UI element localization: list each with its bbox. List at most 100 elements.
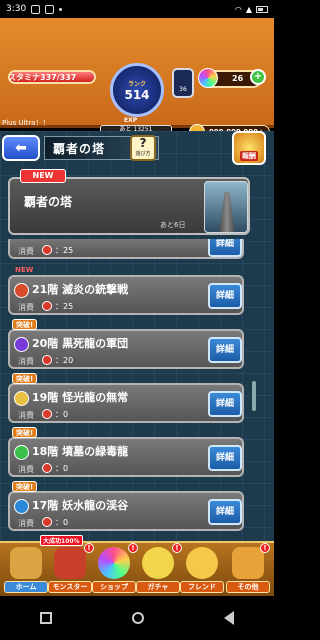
detail-button[interactable]: 詳細 [208, 391, 242, 417]
detail-button[interactable]: 詳細 [208, 445, 242, 471]
stamina-icon [42, 517, 52, 527]
floor-list[interactable]: 消費 ：25 詳細 NEW 21階 滅炎の銃撃戦 消費 ：25 詳細 突破! 2… [8, 239, 248, 541]
nav-monster-label: モンスター [48, 581, 92, 593]
floor-title: 17階 妖水龍の渓谷 [32, 499, 129, 512]
stamina-icon [42, 301, 52, 311]
nav-home[interactable]: ホーム [4, 545, 48, 595]
back-arrow-icon: ⬅ [15, 140, 27, 156]
list-item[interactable]: 突破! 17階 妖水龍の渓谷 消費 ：0 詳細 [8, 481, 244, 531]
tower-image [204, 181, 248, 233]
cleared-badge: 突破! [12, 319, 38, 330]
system-nav [0, 596, 274, 640]
reward-label: 報酬 [240, 151, 258, 161]
floor-title: 19階 怪光龍の無常 [32, 391, 129, 404]
cost-value: ：0 [55, 410, 69, 419]
list-item[interactable]: 突破! 19階 怪光龍の無常 消費 ：0 詳細 [8, 373, 244, 423]
detail-button[interactable]: 詳細 [208, 239, 242, 257]
cost-label: 消費 [18, 357, 34, 366]
wood-element-icon [14, 445, 29, 460]
detail-button[interactable]: 詳細 [208, 337, 242, 363]
status-time: 3:30 [6, 4, 27, 14]
battery-icon [256, 5, 268, 13]
buy-orb-button[interactable]: + [250, 69, 266, 85]
list-item[interactable]: NEW 21階 滅炎の銃撃戦 消費 ：25 詳細 [8, 266, 244, 315]
player-subtitle: Plus Ultra！！ [2, 119, 50, 127]
stamina-icon [42, 463, 52, 473]
cost-label: 消費 [18, 303, 34, 312]
floor-title: 20階 黒死龍の軍団 [32, 337, 129, 350]
other-icon [232, 547, 264, 579]
status-bar: 3:30 ◠ ▲ [0, 0, 274, 18]
stamina-icon [42, 245, 52, 255]
light-element-icon [14, 391, 29, 406]
cost-label: 消費 [18, 411, 34, 420]
recent-apps-icon[interactable] [40, 612, 52, 624]
nav-shop[interactable]: ! ショップ [92, 543, 138, 595]
wifi-icon: ◠ [234, 4, 242, 14]
success-badge: 大成功100% [40, 535, 83, 546]
dark-element-icon [14, 337, 29, 352]
nav-other[interactable]: ! その他 [226, 543, 270, 595]
event-banner[interactable]: NEW 覇者の塔 あと6日 [8, 169, 250, 235]
cost-label: 消費 [18, 519, 34, 528]
home-icon [10, 547, 42, 579]
nav-friend-label: フレンド [180, 581, 224, 593]
pad-box-button[interactable]: 36 [172, 68, 194, 98]
cost-value: ：0 [55, 464, 69, 473]
notification-dot-icon [59, 7, 63, 11]
magic-stone-icon [98, 547, 130, 579]
question-icon: ? [139, 136, 147, 150]
cost-label: 消費 [18, 247, 34, 256]
magic-stone-icon [198, 68, 218, 88]
orb-counter[interactable]: 26 + [198, 68, 266, 88]
list-item[interactable]: 消費 ：25 詳細 [8, 239, 244, 259]
water-element-icon [14, 499, 29, 514]
new-badge: NEW [15, 266, 34, 274]
detail-button[interactable]: 詳細 [208, 283, 242, 309]
list-scrollbar[interactable] [252, 381, 256, 411]
home-button-icon[interactable] [132, 612, 144, 624]
list-item[interactable]: 突破! 18階 墳墓の緑毒龍 消費 ：0 詳細 [8, 427, 244, 477]
nav-home-label: ホーム [4, 581, 48, 593]
nav-gacha[interactable]: ! ガチャ [136, 543, 182, 595]
tower-icon [219, 192, 235, 232]
stamina-label: スタミナ [8, 73, 40, 82]
fire-element-icon [14, 283, 29, 298]
back-button[interactable]: ⬅ [2, 135, 40, 161]
monster-icon [54, 547, 86, 579]
floor-title: 21階 滅炎の銃撃戦 [32, 283, 129, 296]
rank-label: ランク [127, 80, 146, 88]
detail-button[interactable]: 詳細 [208, 499, 242, 525]
nav-friend[interactable]: フレンド [180, 545, 224, 595]
pad-count: 36 [179, 86, 187, 93]
bottom-nav: ホーム ! モンスター 大成功100% ! ショップ ! ガチャ フレンド ! … [0, 535, 274, 596]
nav-monster[interactable]: ! モンスター [48, 543, 94, 595]
nav-shop-label: ショップ [92, 581, 136, 593]
stamina-icon [42, 355, 52, 365]
list-item[interactable]: 突破! 20階 黒死龍の軍団 消費 ：20 詳細 [8, 319, 244, 369]
alert-icon: ! [260, 543, 270, 553]
banner-remaining: あと6日 [160, 221, 186, 229]
main-panel: ⬅ 覇者の塔 ? 遊び方 報酬 NEW 覇者の塔 あと6日 消費 ：25 詳細 … [0, 131, 274, 541]
how-to-play-button[interactable]: ? 遊び方 [130, 135, 156, 161]
reward-button[interactable]: 報酬 [232, 131, 266, 165]
rank-value: 514 [124, 87, 150, 102]
cleared-badge: 突破! [12, 373, 38, 384]
cleared-badge: 突破! [12, 427, 38, 438]
egg-icon [142, 547, 174, 579]
cost-value: ：25 [55, 302, 74, 311]
signal-icon: ▲ [245, 4, 252, 14]
notification-icon [31, 4, 41, 14]
notification-icon [45, 4, 55, 14]
nav-gacha-label: ガチャ [136, 581, 180, 593]
cost-label: 消費 [18, 465, 34, 474]
cost-value: ：25 [55, 246, 74, 255]
friend-icon [186, 547, 218, 579]
cost-value: ：0 [55, 518, 69, 527]
exp-label: EXP [124, 117, 138, 124]
nav-other-label: その他 [226, 581, 270, 593]
rank-badge[interactable]: ランク 514 [110, 63, 164, 117]
stamina-value: 337/337 [40, 73, 77, 82]
floor-title: 18階 墳墓の緑毒龍 [32, 445, 129, 458]
back-icon[interactable] [224, 611, 234, 625]
